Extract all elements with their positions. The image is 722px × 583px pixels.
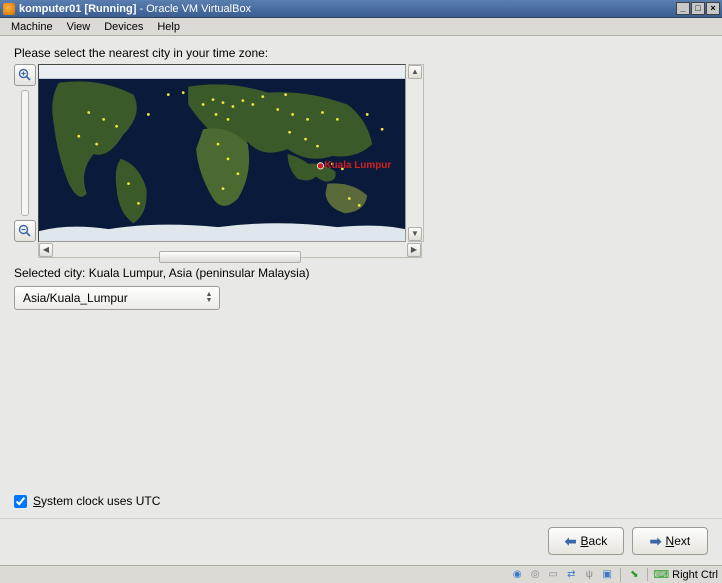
arrow-left-icon: ⬅ xyxy=(565,533,577,550)
window-minimize-button[interactable]: _ xyxy=(676,2,690,15)
zoom-controls xyxy=(14,64,36,242)
status-hdd-icon[interactable]: ◉ xyxy=(510,568,524,582)
menu-help[interactable]: Help xyxy=(150,19,187,35)
menu-view[interactable]: View xyxy=(60,19,98,35)
vbox-app-icon xyxy=(3,3,15,15)
zoom-in-button[interactable] xyxy=(14,64,36,86)
menu-devices[interactable]: Devices xyxy=(97,19,150,35)
back-button[interactable]: ⬅ Back xyxy=(548,527,624,555)
vbox-titlebar: komputer01 [Running] - Oracle VM Virtual… xyxy=(0,0,722,18)
vbox-statusbar: ◉ ◎ ▭ ⇄ ψ ▣ ⬊ ⌨ Right Ctrl xyxy=(0,565,722,583)
vbox-vm-state: [Running] xyxy=(81,3,136,15)
zoom-out-button[interactable] xyxy=(14,220,36,242)
zoom-slider[interactable] xyxy=(21,90,29,216)
scroll-down-icon[interactable]: ▼ xyxy=(408,227,422,241)
vbox-vm-name: komputer01 xyxy=(19,3,81,15)
scroll-left-icon[interactable]: ◀ xyxy=(39,243,53,257)
status-floppy-icon[interactable]: ▭ xyxy=(546,568,560,582)
status-host-key: ⌨ Right Ctrl xyxy=(647,568,718,581)
map-vscrollbar[interactable]: ▲ ▼ xyxy=(408,64,424,242)
vbox-menubar: Machine View Devices Help xyxy=(0,18,722,36)
timezone-combobox-value: Asia/Kuala_Lumpur xyxy=(23,291,203,305)
keyboard-icon: ⌨ xyxy=(653,568,669,581)
window-close-button[interactable]: × xyxy=(706,2,720,15)
system-clock-utc-checkbox[interactable] xyxy=(14,495,27,508)
hscroll-thumb[interactable] xyxy=(159,251,301,263)
system-clock-utc-label[interactable]: System clock uses UTC xyxy=(33,494,160,508)
combobox-arrows-icon: ▲▼ xyxy=(203,292,219,304)
timezone-prompt: Please select the nearest city in your t… xyxy=(14,46,708,60)
status-mouse-integration-icon[interactable]: ⬊ xyxy=(627,568,641,582)
selected-city-label: Selected city: Kuala Lumpur, Asia (penin… xyxy=(14,266,708,280)
scroll-right-icon[interactable]: ▶ xyxy=(407,243,421,257)
timezone-combobox[interactable]: Asia/Kuala_Lumpur ▲▼ xyxy=(14,286,220,310)
zoom-in-icon xyxy=(18,68,32,82)
status-network-icon[interactable]: ⇄ xyxy=(564,568,578,582)
scroll-up-icon[interactable]: ▲ xyxy=(408,65,422,79)
status-shared-folder-icon[interactable]: ▣ xyxy=(600,568,614,582)
wizard-button-row: ⬅ Back ➡ Next xyxy=(0,518,722,565)
zoom-out-icon xyxy=(18,224,32,238)
next-button[interactable]: ➡ Next xyxy=(632,527,708,555)
status-usb-icon[interactable]: ψ xyxy=(582,568,596,582)
timezone-map[interactable]: Kuala Lumpur xyxy=(38,64,406,242)
window-maximize-button[interactable]: □ xyxy=(691,2,705,15)
guest-screen: ➤ Please select the nearest city in your… xyxy=(0,36,722,565)
map-hscrollbar[interactable]: ◀ ▶ xyxy=(38,242,422,258)
status-optical-icon[interactable]: ◎ xyxy=(528,568,542,582)
menu-machine[interactable]: Machine xyxy=(4,19,60,35)
map-marker-label: Kuala Lumpur xyxy=(324,160,391,171)
arrow-right-icon: ➡ xyxy=(650,533,662,550)
vbox-app-name: - Oracle VM VirtualBox xyxy=(139,3,251,15)
